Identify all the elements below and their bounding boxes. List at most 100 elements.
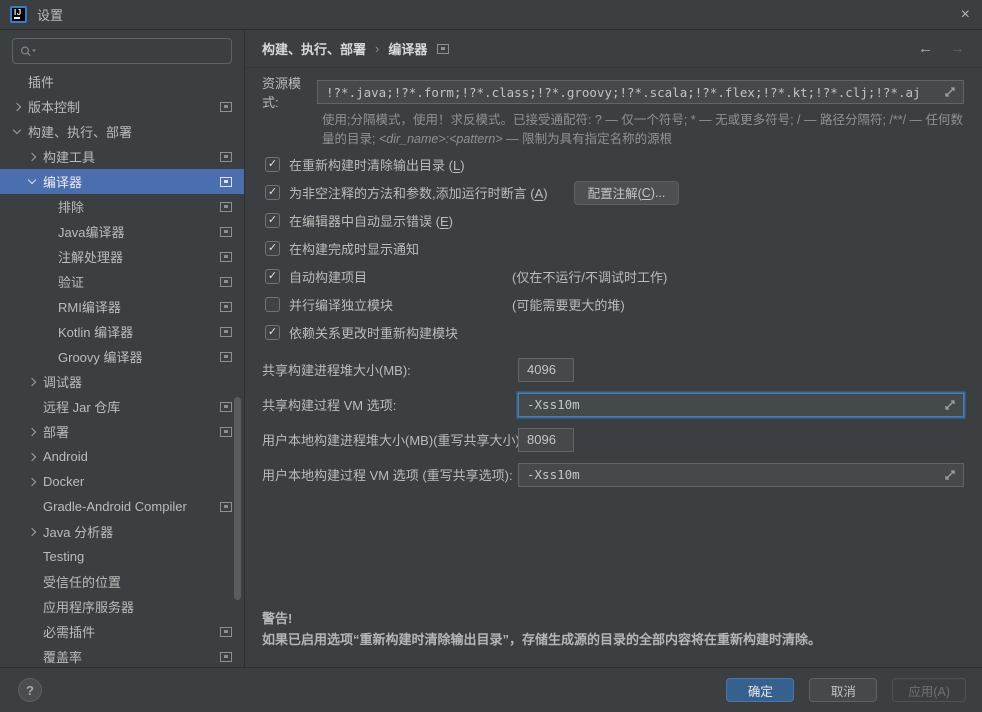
checkbox-checked[interactable]: ✓ [265,157,280,172]
checkbox-checked[interactable]: ✓ [265,213,280,228]
sidebar-item[interactable]: 排除 [0,194,244,219]
panel-icon [220,502,232,512]
checkbox-label: 在重新构建时清除输出目录 (L) [289,155,465,174]
sidebar-item[interactable]: 覆盖率 [0,644,244,667]
ok-button[interactable]: 确定 [726,678,794,702]
expand-icon[interactable] [944,469,956,481]
configure-annotations-button[interactable]: 配置注解(C)... [574,181,680,205]
sidebar-item[interactable]: 构建、执行、部署 [0,119,244,144]
back-arrow-icon[interactable]: ← [918,40,933,57]
sidebar-item[interactable]: 调试器 [0,369,244,394]
checkbox-hint: (可能需要更大的堆) [512,295,625,314]
sidebar-item-label: Testing [43,549,84,564]
field-row: 用户本地构建过程 VM 选项 (重写共享选项):-Xss10m [262,463,964,487]
sidebar-item[interactable]: 编译器 [0,169,244,194]
sidebar-item[interactable]: 插件 [0,69,244,94]
user-heap-size-field[interactable]: 8096 [518,428,574,452]
checkbox-label: 自动构建项目 [289,267,367,286]
panel-icon [220,277,232,287]
sidebar-item[interactable]: Docker [0,469,244,494]
shared-vm-options-field-value: -Xss10m [527,397,580,412]
sidebar-item-label: 调试器 [43,372,82,391]
sidebar-item[interactable]: Kotlin 编译器 [0,319,244,344]
sidebar-item-label: Groovy 编译器 [58,347,143,366]
sidebar-item[interactable]: RMI编译器 [0,294,244,319]
sidebar-item[interactable]: 应用程序服务器 [0,594,244,619]
compiler-form: 资源模式: !?*.java;!?*.form;!?*.class;!?*.gr… [245,68,982,667]
user-vm-options-field[interactable]: -Xss10m [518,463,964,487]
shared-heap-size-field[interactable]: 4096 [518,358,574,382]
sidebar-item[interactable]: 部署 [0,419,244,444]
checkbox-row: ✓ 在编辑器中自动显示错误 (E) [262,207,964,235]
chevron-right-icon[interactable] [28,477,36,485]
panel-icon [220,252,232,262]
resource-patterns-label: 资源模式: [262,73,317,111]
chevron-down-icon[interactable] [13,126,21,134]
help-icon[interactable]: ? [18,678,42,702]
sidebar-item-label: 验证 [58,272,84,291]
checkbox-section: ✓在重新构建时清除输出目录 (L)✓为非空注释的方法和参数,添加运行时断言 (A… [262,151,964,347]
panel-icon [220,102,232,112]
sidebar-item[interactable]: 验证 [0,269,244,294]
sidebar-item[interactable]: 构建工具 [0,144,244,169]
apply-button: 应用(A) [892,678,966,702]
chevron-right-icon[interactable] [28,452,36,460]
breadcrumb-item[interactable]: 编译器 [388,39,427,58]
sidebar-item[interactable]: 版本控制 [0,94,244,119]
chevron-right-icon[interactable] [28,152,36,160]
sidebar-item-label: 注解处理器 [58,247,123,266]
sidebar-item-label: 构建、执行、部署 [28,122,132,141]
resource-patterns-value: !?*.java;!?*.form;!?*.class;!?*.groovy;!… [326,85,921,100]
breadcrumb-separator-icon: › [375,41,379,56]
chevron-right-icon[interactable] [28,377,36,385]
shared-heap-size-field-value: 4096 [527,362,556,377]
sidebar-item-label: Java编译器 [58,222,124,241]
chevron-down-icon[interactable] [28,176,36,184]
sidebar-item-label: 应用程序服务器 [43,597,134,616]
sidebar-item[interactable]: 受信任的位置 [0,569,244,594]
sidebar-item[interactable]: 远程 Jar 仓库 [0,394,244,419]
resource-patterns-input[interactable]: !?*.java;!?*.form;!?*.class;!?*.groovy;!… [317,80,964,104]
expand-icon[interactable] [944,399,956,411]
breadcrumb: 构建、执行、部署 › 编译器 ← → [245,30,982,68]
shared-vm-options-field-label: 共享构建过程 VM 选项: [262,395,396,414]
sidebar-item[interactable]: Android [0,444,244,469]
panel-icon [220,152,232,162]
sidebar-item-label: 版本控制 [28,97,80,116]
shared-vm-options-field[interactable]: -Xss10m [518,393,964,417]
checkbox-checked[interactable]: ✓ [265,325,280,340]
checkbox-checked[interactable]: ✓ [265,241,280,256]
sidebar-item[interactable]: Groovy 编译器 [0,344,244,369]
sidebar-item[interactable]: 必需插件 [0,619,244,644]
chevron-right-icon[interactable] [13,102,21,110]
title-bar: IJ 设置 × [0,0,982,30]
checkbox-checked[interactable]: ✓ [265,269,280,284]
chevron-right-icon[interactable] [28,527,36,535]
checkbox-label: 在编辑器中自动显示错误 (E) [289,211,453,230]
sidebar-item-label: 必需插件 [43,622,95,641]
sidebar-item[interactable]: Java编译器 [0,219,244,244]
close-icon[interactable]: × [961,7,970,23]
expand-icon[interactable] [944,86,956,98]
sidebar-item-label: 受信任的位置 [43,572,121,591]
field-section: 共享构建进程堆大小(MB):4096共享构建过程 VM 选项:-Xss10m用户… [262,347,964,487]
sidebar-item[interactable]: 注解处理器 [0,244,244,269]
checkbox-unchecked[interactable] [265,297,280,312]
sidebar-item[interactable]: Testing [0,544,244,569]
search-input[interactable] [12,38,232,64]
breadcrumb-item[interactable]: 构建、执行、部署 [262,39,366,58]
panel-icon [220,627,232,637]
sidebar-item[interactable]: Gradle-Android Compiler [0,494,244,519]
panel-icon [220,402,232,412]
chevron-right-icon[interactable] [28,427,36,435]
checkbox-checked[interactable]: ✓ [265,185,280,200]
sidebar-item-label: 覆盖率 [43,647,82,666]
sidebar-item-label: 远程 Jar 仓库 [43,397,120,416]
sidebar-item[interactable]: Java 分析器 [0,519,244,544]
panel-icon[interactable] [437,44,449,54]
sidebar-item-label: Kotlin 编译器 [58,322,133,341]
sidebar-scrollbar[interactable] [234,397,241,600]
checkbox-hint: (仅在不运行/不调试时工作) [512,267,667,286]
checkbox-row: ✓ 自动构建项目 (仅在不运行/不调试时工作) [262,263,964,291]
cancel-button[interactable]: 取消 [809,678,877,702]
